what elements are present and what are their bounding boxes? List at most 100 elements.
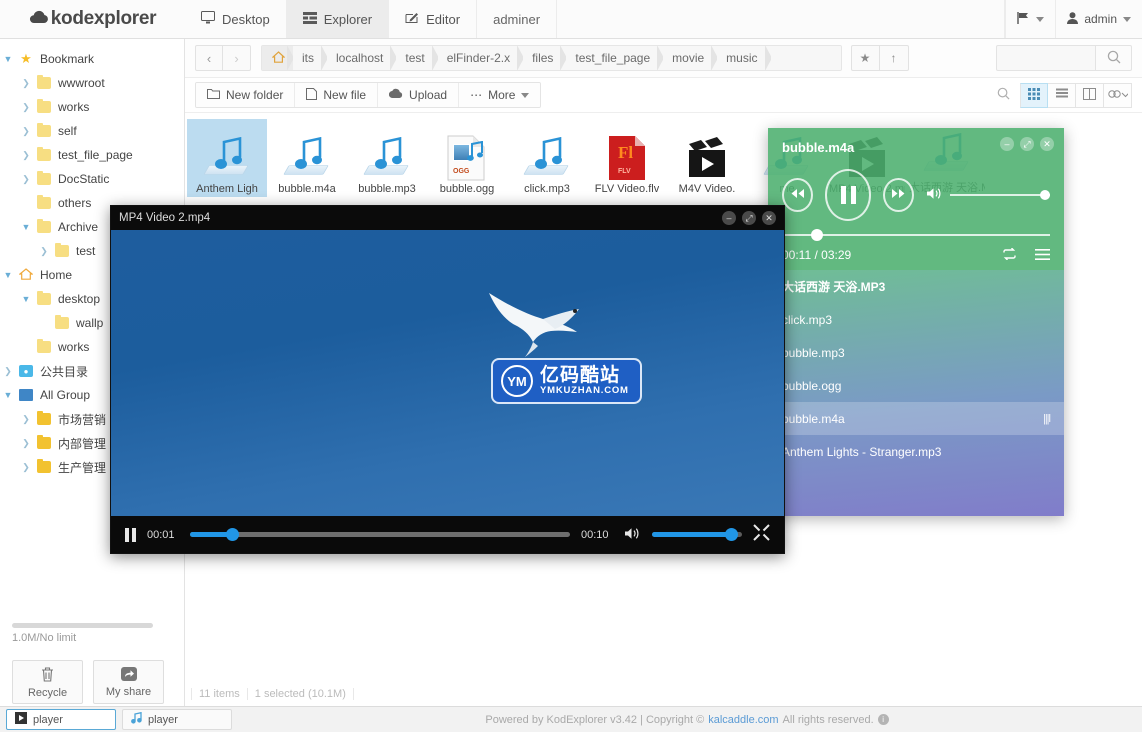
favorite-button[interactable]: ★: [851, 45, 880, 71]
video-play-pause-button[interactable]: [125, 528, 136, 542]
video-minimize-button[interactable]: –: [722, 211, 736, 225]
music-volume-knob[interactable]: [1040, 190, 1050, 200]
footer-link[interactable]: kalcaddle.com: [708, 714, 778, 726]
back-button[interactable]: ‹: [195, 45, 223, 71]
tree-item-wwwroot[interactable]: ❯wwwroot: [0, 71, 184, 95]
chevron-down-icon[interactable]: ▼: [0, 270, 16, 280]
chevron-right-icon[interactable]: ❯: [18, 78, 34, 89]
video-progress-slider[interactable]: [190, 532, 570, 537]
file-item[interactable]: bubble.m4a: [267, 119, 347, 197]
music-next-button[interactable]: [883, 178, 914, 212]
chevron-down-icon[interactable]: ▼: [0, 54, 16, 64]
video-close-button[interactable]: ✕: [762, 211, 776, 225]
tab-editor[interactable]: Editor: [389, 0, 477, 38]
taskbar: player player Powered by KodExplorer v3.…: [0, 706, 1142, 732]
music-player-window: bubble.m4a – ⤢ ✕: [768, 128, 1064, 516]
breadcrumb-item[interactable]: test: [396, 45, 437, 71]
file-item[interactable]: bubble.mp3: [347, 119, 427, 197]
chevron-right-icon[interactable]: ❯: [18, 438, 34, 449]
chevron-right-icon[interactable]: ❯: [0, 366, 16, 377]
info-icon[interactable]: i: [878, 714, 889, 725]
music-minimize-button[interactable]: –: [1000, 137, 1014, 151]
search-area: [996, 45, 1132, 71]
chevron-right-icon[interactable]: ❯: [18, 150, 34, 161]
breadcrumb-item[interactable]: files: [523, 45, 566, 71]
chevron-down-icon[interactable]: ▼: [0, 390, 16, 400]
repeat-icon[interactable]: [1002, 247, 1017, 263]
breadcrumb-item[interactable]: movie: [663, 45, 717, 71]
app-logo[interactable]: kodexplorer: [0, 0, 185, 38]
grid-view-button[interactable]: [1020, 83, 1048, 108]
tree-item-Bookmark[interactable]: ▼★Bookmark: [0, 47, 184, 71]
tab-adminer[interactable]: adminer: [477, 0, 557, 38]
my-share-button[interactable]: My share: [93, 660, 164, 704]
menu-icon[interactable]: [1035, 247, 1050, 263]
file-item[interactable]: OGGbubble.ogg: [427, 119, 507, 197]
tree-item-self[interactable]: ❯self: [0, 119, 184, 143]
video-progress-knob[interactable]: [226, 528, 239, 541]
tree-item-test_file_page[interactable]: ❯test_file_page: [0, 143, 184, 167]
playlist-item[interactable]: bubble.m4a|||l: [768, 402, 1064, 435]
video-volume-knob[interactable]: [725, 528, 738, 541]
playlist-item[interactable]: click.mp3: [768, 303, 1064, 336]
recycle-button[interactable]: Recycle: [12, 660, 83, 704]
user-menu[interactable]: admin: [1055, 0, 1142, 38]
search-button[interactable]: [1096, 45, 1132, 71]
video-stage[interactable]: YM 亿码酷站 YMKUZHAN.COM: [111, 230, 784, 518]
breadcrumb-home[interactable]: [262, 45, 293, 71]
speaker-icon[interactable]: [624, 527, 641, 543]
up-button[interactable]: ↑: [880, 45, 909, 71]
music-volume-control[interactable]: [926, 187, 1050, 203]
chevron-down-icon[interactable]: ▼: [18, 294, 34, 304]
file-item[interactable]: FlFLVFLV Video.flv: [587, 119, 667, 197]
breadcrumb-item[interactable]: localhost: [327, 45, 396, 71]
more-button[interactable]: ⋯ More: [459, 83, 540, 107]
split-view-button[interactable]: [1076, 83, 1104, 108]
file-item[interactable]: Anthem Ligh: [187, 119, 267, 197]
chevron-down-icon[interactable]: ▼: [18, 222, 34, 232]
playlist-item-label: Anthem Lights - Stranger.mp3: [782, 445, 941, 459]
upload-button[interactable]: Upload: [378, 83, 459, 107]
music-volume-slider[interactable]: [950, 194, 1050, 196]
chevron-right-icon[interactable]: ❯: [18, 126, 34, 137]
magnifier-icon[interactable]: [997, 87, 1010, 103]
chevron-right-icon[interactable]: ❯: [36, 246, 52, 257]
breadcrumb-item[interactable]: music: [717, 45, 770, 71]
tree-item-label: 公共目录: [36, 363, 88, 380]
chevron-right-icon[interactable]: ❯: [18, 414, 34, 425]
tree-item-works[interactable]: ❯works: [0, 95, 184, 119]
breadcrumb-item[interactable]: test_file_page: [566, 45, 663, 71]
tab-explorer[interactable]: Explorer: [287, 0, 389, 38]
taskbar-item-music-player[interactable]: player: [122, 709, 232, 730]
language-flag-menu[interactable]: [1005, 0, 1055, 38]
chevron-right-icon[interactable]: ❯: [18, 462, 34, 473]
tree-item-DocStatic[interactable]: ❯DocStatic: [0, 167, 184, 191]
forward-button[interactable]: ›: [223, 45, 251, 71]
playlist-item[interactable]: Anthem Lights - Stranger.mp3: [768, 435, 1064, 468]
music-seek-slider[interactable]: [782, 234, 1050, 236]
search-input[interactable]: [996, 45, 1096, 71]
file-item[interactable]: click.mp3: [507, 119, 587, 197]
new-file-button[interactable]: New file: [295, 83, 378, 107]
playlist-item[interactable]: bubble.mp3: [768, 336, 1064, 369]
music-prev-button[interactable]: [782, 178, 813, 212]
group-icon: [19, 389, 33, 401]
music-play-pause-button[interactable]: [825, 169, 872, 221]
chevron-right-icon[interactable]: ❯: [18, 174, 34, 185]
list-view-button[interactable]: [1048, 83, 1076, 108]
breadcrumb-item[interactable]: elFinder-2.x: [438, 45, 523, 71]
video-volume-slider[interactable]: [652, 532, 742, 537]
tab-desktop[interactable]: Desktop: [185, 0, 287, 38]
video-maximize-button[interactable]: ⤢: [742, 211, 756, 225]
playlist-item[interactable]: 大话西游 天浴.MP3: [768, 270, 1064, 303]
music-maximize-button[interactable]: ⤢: [1020, 137, 1034, 151]
view-settings-button[interactable]: [1104, 83, 1132, 108]
breadcrumb-item[interactable]: its: [293, 45, 327, 71]
fullscreen-icon[interactable]: [753, 524, 770, 546]
chevron-right-icon[interactable]: ❯: [18, 102, 34, 113]
taskbar-item-video-player[interactable]: player: [6, 709, 116, 730]
file-item[interactable]: M4V Video.: [667, 119, 747, 197]
playlist-item[interactable]: bubble.ogg: [768, 369, 1064, 402]
new-folder-button[interactable]: New folder: [196, 83, 295, 107]
music-close-button[interactable]: ✕: [1040, 137, 1054, 151]
